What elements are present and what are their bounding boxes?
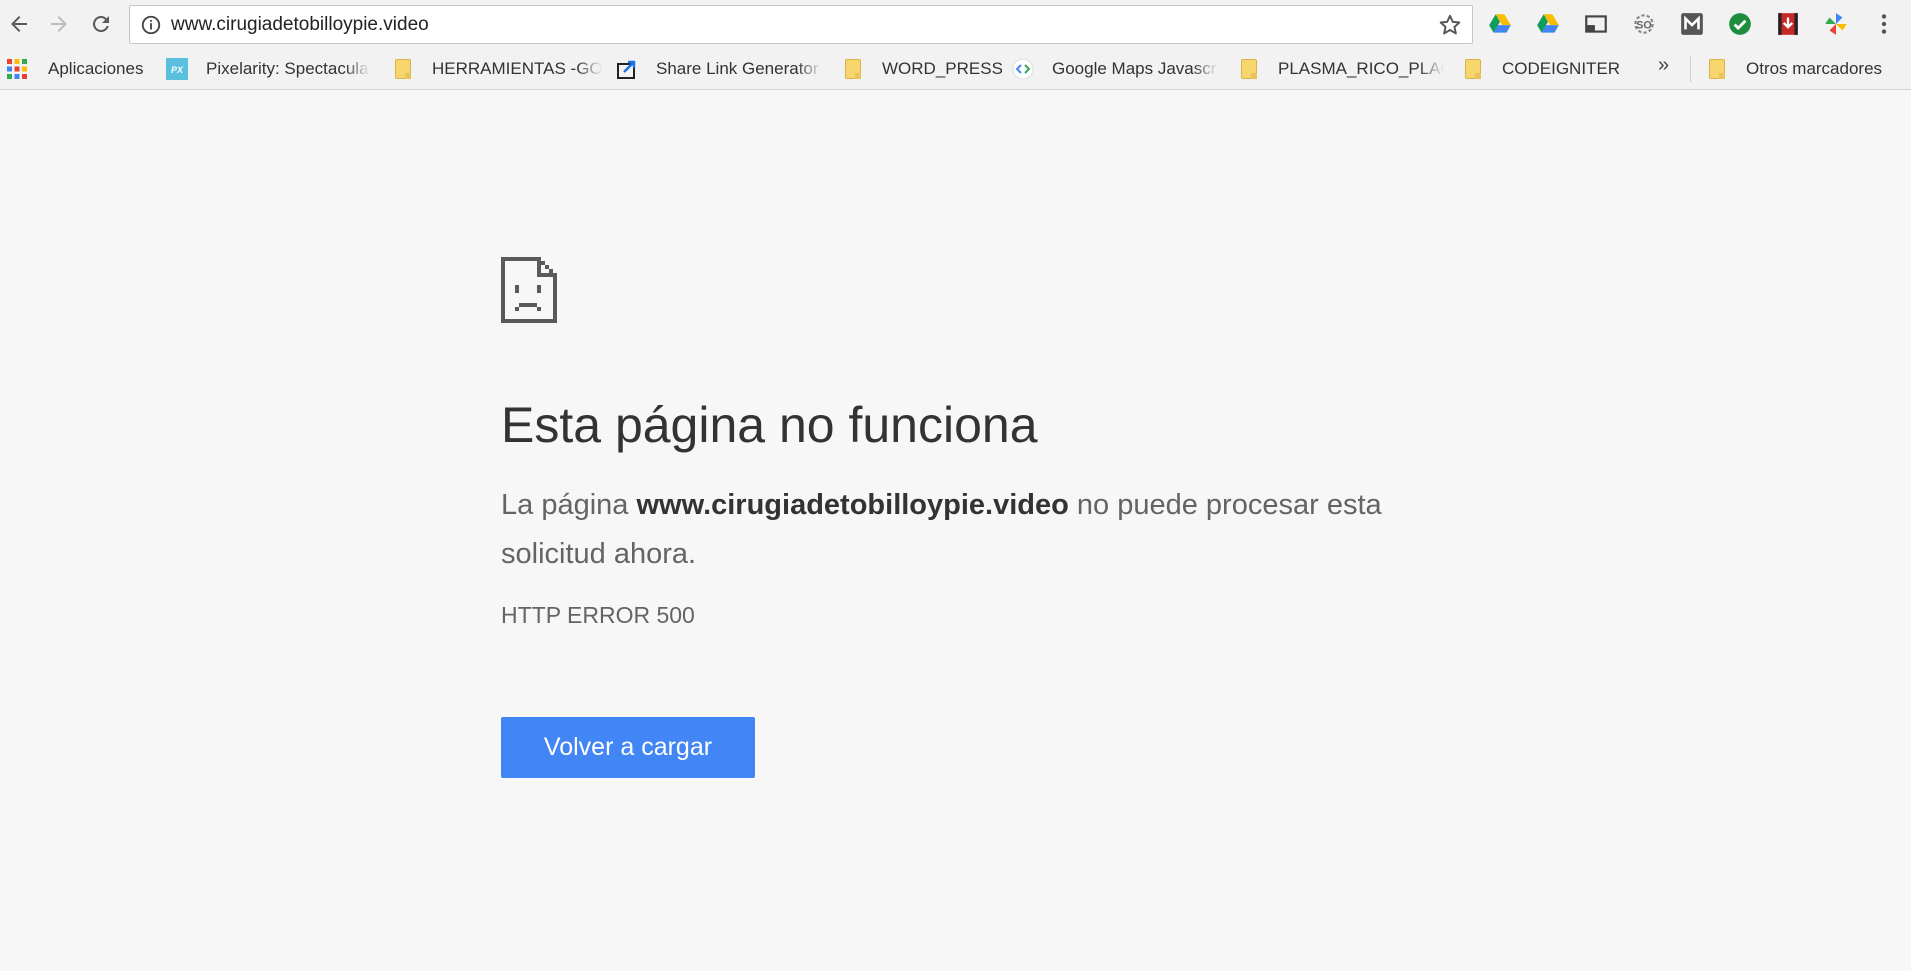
kebab-menu-icon[interactable]	[1870, 10, 1898, 38]
forward-button[interactable]	[42, 8, 76, 40]
bookmark-label: HERRAMIENTAS -GOOGLE	[432, 59, 602, 78]
address-bar[interactable]: www.cirugiadetobilloypie.video	[129, 5, 1473, 44]
bookmark-codeigniter[interactable]: CODEIGNITER	[1462, 56, 1642, 82]
star-icon[interactable]	[1436, 11, 1464, 39]
browser-toolbar: www.cirugiadetobilloypie.video SO	[0, 0, 1911, 48]
error-desc-prefix: La página	[501, 489, 637, 521]
info-icon[interactable]	[140, 14, 162, 36]
bookmark-label: CODEIGNITER	[1502, 59, 1621, 78]
folder-icon	[1238, 58, 1260, 80]
checkmark-extension-icon[interactable]	[1726, 10, 1754, 38]
error-code: HTTP ERROR 500	[501, 602, 695, 628]
folder-icon	[842, 58, 864, 80]
svg-text:SO: SO	[1636, 19, 1652, 31]
video-download-icon[interactable]	[1774, 10, 1802, 38]
arrow-right-icon	[51, 16, 67, 32]
bookmark-label: Otros marcadores	[1746, 59, 1883, 78]
bookmark-pixelarity[interactable]: PX Pixelarity: Spectacular	[166, 56, 372, 82]
sad-page-icon	[501, 257, 557, 323]
bookmark-share-link[interactable]: Share Link Generator	[616, 56, 826, 82]
bookmark-apps[interactable]: Aplicaciones	[6, 56, 156, 82]
px-icon: PX	[166, 58, 188, 80]
bookmark-label: PLASMA_RICO_PLACA	[1278, 59, 1444, 78]
bookmarks-separator	[1690, 56, 1691, 82]
reload-button[interactable]: Volver a cargar	[501, 717, 755, 778]
error-description: La página www.cirugiadetobilloypie.video…	[501, 481, 1401, 579]
refresh-icon	[93, 16, 109, 32]
seo-icon[interactable]: SO	[1630, 10, 1658, 38]
bookmark-other[interactable]: Otros marcadores	[1706, 56, 1910, 82]
bookmarks-overflow-button[interactable]: »	[1658, 54, 1669, 77]
m-extension-icon[interactable]	[1678, 10, 1706, 38]
bookmark-label: Google Maps Javascript	[1052, 59, 1218, 78]
reload-toolbar-button[interactable]	[84, 8, 118, 40]
error-domain: www.cirugiadetobilloypie.video	[636, 489, 1069, 521]
bookmark-google-maps[interactable]: Google Maps Javascript	[1012, 56, 1220, 82]
bookmark-label: Pixelarity: Spectacular	[206, 59, 370, 78]
bookmark-label: Share Link Generator	[656, 59, 819, 78]
bookmark-label: Aplicaciones	[48, 59, 144, 78]
bookmark-word-press[interactable]: WORD_PRESS	[842, 56, 1002, 82]
google-drive-icon[interactable]	[1534, 10, 1562, 38]
bookmark-plasma[interactable]: PLASMA_RICO_PLACA	[1238, 56, 1444, 82]
error-title: Esta página no funciona	[501, 397, 1038, 453]
google-drive-icon[interactable]	[1486, 10, 1514, 38]
bookmark-herramientas[interactable]: HERRAMIENTAS -GOOGLE	[392, 56, 602, 82]
code-icon	[1012, 58, 1034, 80]
folder-icon	[392, 58, 414, 80]
back-button[interactable]	[2, 8, 36, 40]
folder-icon	[1706, 58, 1728, 80]
arrow-left-icon	[11, 16, 27, 32]
bookmarks-bar: Aplicaciones PX Pixelarity: Spectacular …	[0, 48, 1911, 90]
svg-text:PX: PX	[171, 65, 184, 75]
apps-grid-icon	[6, 58, 28, 80]
bookmark-label: WORD_PRESS	[882, 59, 1002, 78]
share-icon	[616, 58, 638, 80]
folder-icon	[1462, 58, 1484, 80]
pinwheel-icon[interactable]	[1822, 10, 1850, 38]
url-text[interactable]: www.cirugiadetobilloypie.video	[171, 14, 1436, 36]
cast-icon[interactable]	[1582, 10, 1610, 38]
